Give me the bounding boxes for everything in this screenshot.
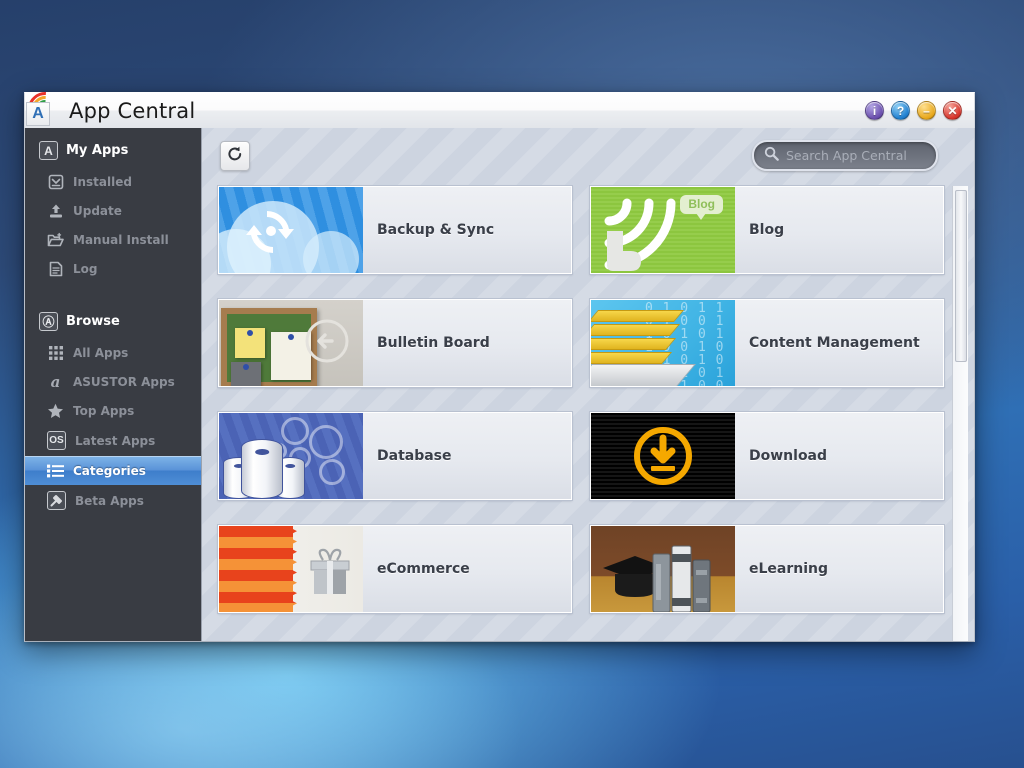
sidebar-divider xyxy=(25,283,201,305)
list-bullets-icon xyxy=(47,462,64,479)
sidebar-item-label: Categories xyxy=(73,463,146,478)
help-button[interactable]: ? xyxy=(891,101,910,120)
sidebar-item-label: Log xyxy=(73,261,98,276)
window-body: A My Apps Installed Update Manual Instal… xyxy=(24,128,975,642)
os-badge-icon: OS xyxy=(47,431,66,450)
sidebar-item-asustor-apps[interactable]: a ASUSTOR Apps xyxy=(25,367,201,396)
category-tile-label: Download xyxy=(749,448,828,464)
search-icon xyxy=(764,146,780,165)
category-tile-elearning[interactable]: eLearning xyxy=(589,524,945,614)
sidebar-item-log[interactable]: Log xyxy=(25,254,201,283)
app-central-window: A App Central i ? – ✕ A My Apps Installe… xyxy=(24,90,975,642)
sidebar-item-manual-install[interactable]: Manual Install xyxy=(25,225,201,254)
search-box[interactable] xyxy=(752,140,942,171)
search-input[interactable] xyxy=(786,148,942,163)
file-drawer-binary-icon: 0 1 0 1 1 0 1 0 0 1 1 0 1 0 1 1 0 0 1 0 … xyxy=(591,300,735,386)
category-tile-grid: Backup & Sync Blog Blog Bulletin Board 0… xyxy=(202,185,974,641)
content-toolbar xyxy=(202,128,974,186)
main-content: Backup & Sync xyxy=(201,128,974,641)
document-lines-icon xyxy=(47,260,64,277)
corkboard-notes-icon xyxy=(219,300,363,386)
rss-blog-icon: Blog xyxy=(591,187,735,273)
hammer-icon xyxy=(47,491,66,510)
at-a-icon: a xyxy=(50,372,61,391)
books-stack-icon xyxy=(651,540,719,612)
category-tile-label: eCommerce xyxy=(377,561,470,577)
category-tile-download[interactable]: Download xyxy=(589,411,945,501)
blog-bubble-label: Blog xyxy=(680,195,723,220)
sidebar-item-beta-apps[interactable]: Beta Apps xyxy=(25,485,201,516)
inbox-download-icon xyxy=(47,173,64,190)
category-tile-label: Content Management xyxy=(749,335,920,351)
sidebar-item-label: Update xyxy=(73,203,122,218)
category-tile-label: eLearning xyxy=(749,561,829,577)
refresh-button[interactable] xyxy=(220,141,250,171)
database-cylinders-icon xyxy=(219,413,363,499)
app-icon-letter: A xyxy=(26,102,50,126)
star-icon xyxy=(47,402,64,419)
page-title: App Central xyxy=(69,98,196,123)
sidebar-item-latest-apps[interactable]: OS Latest Apps xyxy=(25,425,201,456)
back-arrow-icon xyxy=(305,319,349,367)
category-tile-content-management[interactable]: 0 1 0 1 1 0 1 0 0 1 1 0 1 0 1 1 0 0 1 0 … xyxy=(589,298,945,388)
scrollbar-thumb[interactable] xyxy=(955,190,967,362)
category-tile-label: Database xyxy=(377,448,452,464)
sidebar-item-categories[interactable]: Categories xyxy=(25,456,201,485)
category-tile-ecommerce[interactable]: eCommerce xyxy=(217,524,573,614)
sidebar-item-label: All Apps xyxy=(73,345,129,360)
gift-box-icon xyxy=(219,526,363,612)
boxed-a-icon: A xyxy=(39,141,58,160)
refresh-icon xyxy=(226,145,244,167)
file-folders xyxy=(591,304,696,386)
asustor-rainbow-a-icon: A xyxy=(25,90,61,128)
sidebar-item-all-apps[interactable]: All Apps xyxy=(25,338,201,367)
folder-plus-icon xyxy=(47,231,64,248)
sidebar-group-browse[interactable]: Ⓐ Browse xyxy=(25,305,201,338)
grid-dots-icon xyxy=(47,344,64,361)
info-button[interactable]: i xyxy=(865,101,884,120)
sidebar-item-installed[interactable]: Installed xyxy=(25,167,201,196)
sidebar: A My Apps Installed Update Manual Instal… xyxy=(25,128,201,641)
category-tile-blog[interactable]: Blog Blog xyxy=(589,185,945,275)
window-controls: i ? – ✕ xyxy=(865,101,962,120)
sidebar-item-label: Top Apps xyxy=(73,403,135,418)
minimize-button[interactable]: – xyxy=(917,101,936,120)
sidebar-item-top-apps[interactable]: Top Apps xyxy=(25,396,201,425)
category-tile-label: Bulletin Board xyxy=(377,335,490,351)
category-tile-label: Blog xyxy=(749,222,785,238)
upload-arrow-icon xyxy=(47,202,64,219)
sidebar-item-label: ASUSTOR Apps xyxy=(73,374,175,389)
boxed-circle-a-icon: Ⓐ xyxy=(39,312,58,331)
window-titlebar[interactable]: A App Central i ? – ✕ xyxy=(24,90,975,128)
sidebar-item-label: Manual Install xyxy=(73,232,169,247)
gift-glyph-icon xyxy=(307,548,353,600)
category-tile-database[interactable]: Database xyxy=(217,411,573,501)
category-tile-label: Backup & Sync xyxy=(377,222,495,238)
category-tile-bulletin-board[interactable]: Bulletin Board xyxy=(217,298,573,388)
sidebar-item-label: Installed xyxy=(73,174,132,189)
sidebar-group-label: My Apps xyxy=(66,143,129,158)
sidebar-group-label: Browse xyxy=(66,314,120,329)
sidebar-group-my-apps[interactable]: A My Apps xyxy=(25,134,201,167)
graduation-books-icon xyxy=(591,526,735,612)
sidebar-item-update[interactable]: Update xyxy=(25,196,201,225)
cloud-sync-icon xyxy=(219,187,363,273)
category-tile-backup-sync[interactable]: Backup & Sync xyxy=(217,185,573,275)
sidebar-item-label: Beta Apps xyxy=(75,493,144,508)
sidebar-item-label: Latest Apps xyxy=(75,433,156,448)
download-circle-icon xyxy=(591,413,735,499)
rss-waves-icon xyxy=(599,193,689,273)
close-button[interactable]: ✕ xyxy=(943,101,962,120)
vertical-scrollbar[interactable] xyxy=(952,186,968,641)
